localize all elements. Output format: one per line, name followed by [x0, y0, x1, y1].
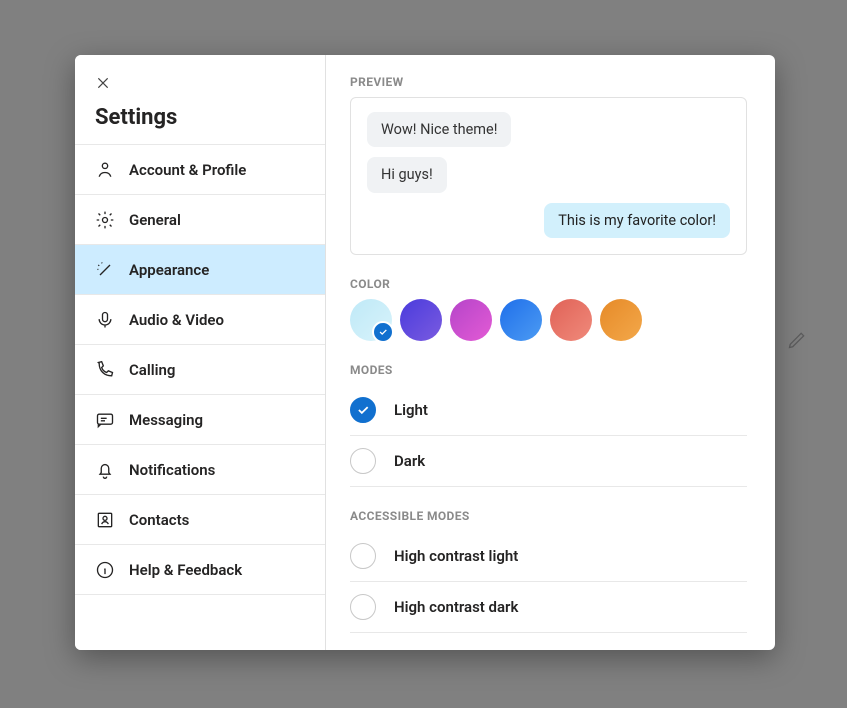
accessible-mode-option-high-contrast-light[interactable]: High contrast light — [350, 531, 747, 582]
preview-message-out: This is my favorite color! — [544, 203, 730, 238]
settings-title: Settings — [75, 101, 325, 144]
phone-icon — [95, 360, 115, 380]
radio-icon — [350, 594, 376, 620]
color-swatch-skype-light[interactable] — [350, 299, 392, 341]
sidebar-item-general[interactable]: General — [75, 194, 325, 244]
mode-option-dark[interactable]: Dark — [350, 436, 747, 487]
bell-icon — [95, 460, 115, 480]
mode-label: High contrast dark — [394, 598, 518, 616]
sidebar-item-label: Audio & Video — [129, 311, 224, 329]
sidebar-item-label: Contacts — [129, 511, 189, 529]
sidebar-item-appearance[interactable]: Appearance — [75, 244, 325, 294]
close-button[interactable] — [95, 75, 111, 91]
sidebar-item-label: General — [129, 211, 181, 229]
sidebar-item-account-profile[interactable]: Account & Profile — [75, 144, 325, 194]
sidebar-item-label: Messaging — [129, 411, 203, 429]
settings-nav: Account & Profile General Appearanc — [75, 144, 325, 595]
gear-icon — [95, 210, 115, 230]
mode-label: Dark — [394, 452, 425, 470]
color-label: COLOR — [350, 277, 747, 291]
mode-label: Light — [394, 401, 428, 419]
pencil-icon — [787, 330, 807, 354]
radio-icon — [350, 397, 376, 423]
sidebar-item-audio-video[interactable]: Audio & Video — [75, 294, 325, 344]
wand-icon — [95, 260, 115, 280]
sidebar-item-contacts[interactable]: Contacts — [75, 494, 325, 544]
preview-box: Wow! Nice theme! Hi guys! This is my fav… — [350, 97, 747, 255]
color-swatch-blue[interactable] — [500, 299, 542, 341]
chat-icon — [95, 410, 115, 430]
settings-sidebar: Settings Account & Profile General — [75, 55, 326, 650]
microphone-icon — [95, 310, 115, 330]
color-swatch-purple[interactable] — [400, 299, 442, 341]
modes-label: MODES — [350, 363, 747, 377]
mode-label: High contrast light — [394, 547, 518, 565]
sidebar-item-notifications[interactable]: Notifications — [75, 444, 325, 494]
preview-message-in: Wow! Nice theme! — [367, 112, 511, 147]
mode-list: Light Dark — [350, 385, 747, 487]
settings-modal: Settings Account & Profile General — [75, 55, 775, 650]
accessible-modes-label: ACCESSIBLE MODES — [350, 509, 747, 523]
sidebar-item-label: Help & Feedback — [129, 561, 242, 579]
preview-label: PREVIEW — [350, 75, 747, 89]
sidebar-item-label: Appearance — [129, 261, 209, 279]
accessible-mode-list: High contrast light High contrast dark — [350, 531, 747, 633]
accessible-mode-option-high-contrast-dark[interactable]: High contrast dark — [350, 582, 747, 633]
sidebar-item-help-feedback[interactable]: Help & Feedback — [75, 544, 325, 595]
person-icon — [95, 160, 115, 180]
color-swatch-orange[interactable] — [600, 299, 642, 341]
info-icon — [95, 560, 115, 580]
color-swatch-row — [350, 299, 747, 341]
color-swatch-magenta[interactable] — [450, 299, 492, 341]
radio-icon — [350, 543, 376, 569]
radio-icon — [350, 448, 376, 474]
sidebar-item-calling[interactable]: Calling — [75, 344, 325, 394]
sidebar-item-label: Account & Profile — [129, 161, 246, 179]
appearance-pane: PREVIEW Wow! Nice theme! Hi guys! This i… — [326, 55, 775, 650]
color-swatch-coral[interactable] — [550, 299, 592, 341]
sidebar-item-messaging[interactable]: Messaging — [75, 394, 325, 444]
sidebar-item-label: Calling — [129, 361, 175, 379]
mode-option-light[interactable]: Light — [350, 385, 747, 436]
check-icon — [372, 321, 394, 343]
sidebar-item-label: Notifications — [129, 461, 215, 479]
contacts-icon — [95, 510, 115, 530]
preview-message-in: Hi guys! — [367, 157, 447, 192]
